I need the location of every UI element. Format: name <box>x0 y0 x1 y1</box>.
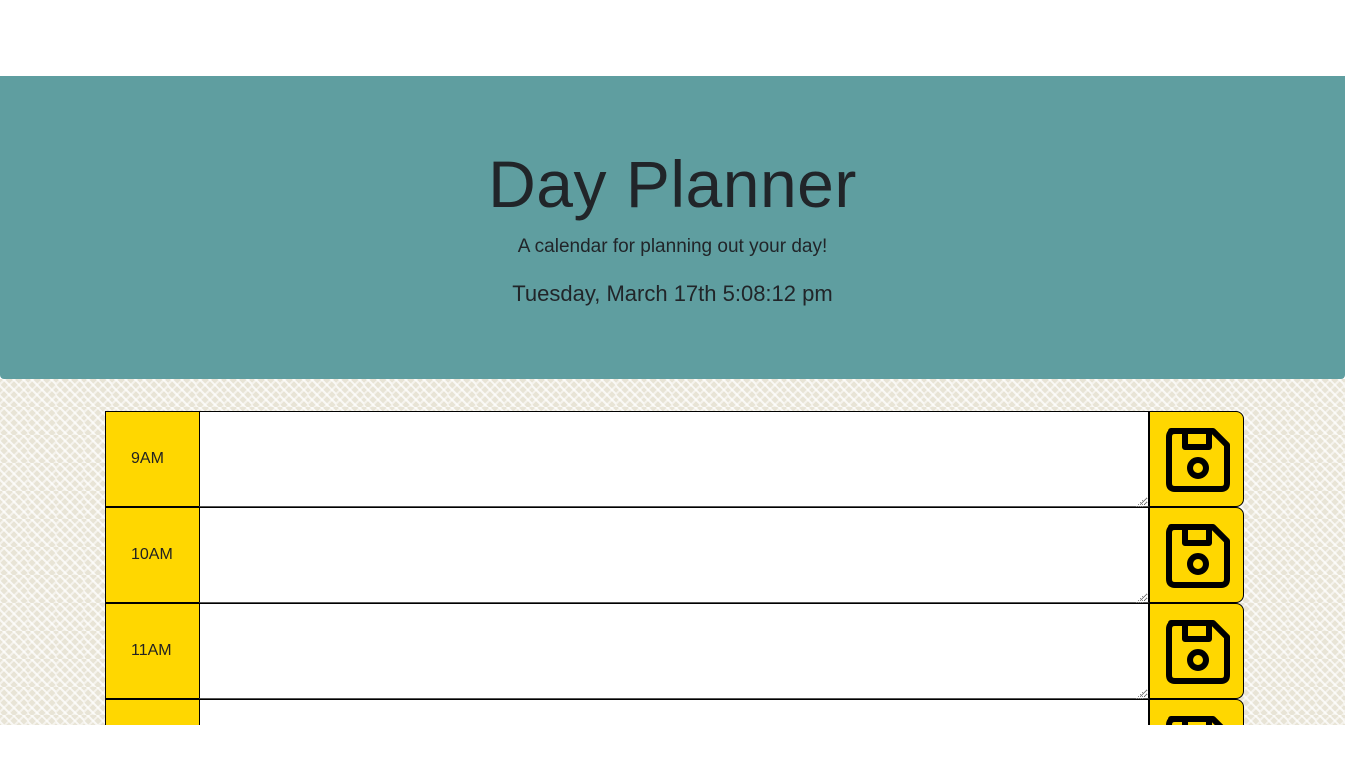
save-button[interactable] <box>1149 507 1244 603</box>
viewport: Day Planner A calendar for planning out … <box>0 0 1366 768</box>
time-block-row: 11AM <box>105 603 1244 699</box>
planner-container: 9AM 10AM 11AM <box>0 379 1345 725</box>
hour-label <box>105 699 199 725</box>
save-floppy-disk-icon <box>1165 620 1230 684</box>
page-subtitle: A calendar for planning out your day! <box>517 236 828 257</box>
event-description-input[interactable] <box>199 411 1149 507</box>
event-description-input[interactable] <box>199 699 1149 725</box>
save-button[interactable] <box>1149 603 1244 699</box>
save-floppy-disk-icon <box>1165 428 1230 492</box>
resize-grip-icon[interactable] <box>1135 687 1144 699</box>
hour-label: 10AM <box>105 507 199 603</box>
jumbotron-header: Day Planner A calendar for planning out … <box>0 76 1345 379</box>
resize-grip-icon[interactable] <box>1135 495 1144 507</box>
time-block-row <box>105 699 1244 725</box>
save-button[interactable] <box>1149 411 1244 507</box>
current-day-display: Tuesday, March 17th 5:08:12 pm <box>512 281 833 306</box>
page-bottom-blank <box>0 725 1366 768</box>
page-title: Day Planner <box>488 147 857 221</box>
resize-grip-icon[interactable] <box>1135 591 1144 603</box>
save-floppy-disk-icon <box>1165 716 1223 725</box>
event-description-input[interactable] <box>199 507 1149 603</box>
hour-label: 11AM <box>105 603 199 699</box>
hour-label: 9AM <box>105 411 199 507</box>
time-block-row: 9AM <box>105 411 1244 507</box>
save-floppy-disk-icon <box>1165 524 1230 588</box>
time-block-row: 10AM <box>105 507 1244 603</box>
save-button[interactable] <box>1149 699 1244 725</box>
event-description-input[interactable] <box>199 603 1149 699</box>
